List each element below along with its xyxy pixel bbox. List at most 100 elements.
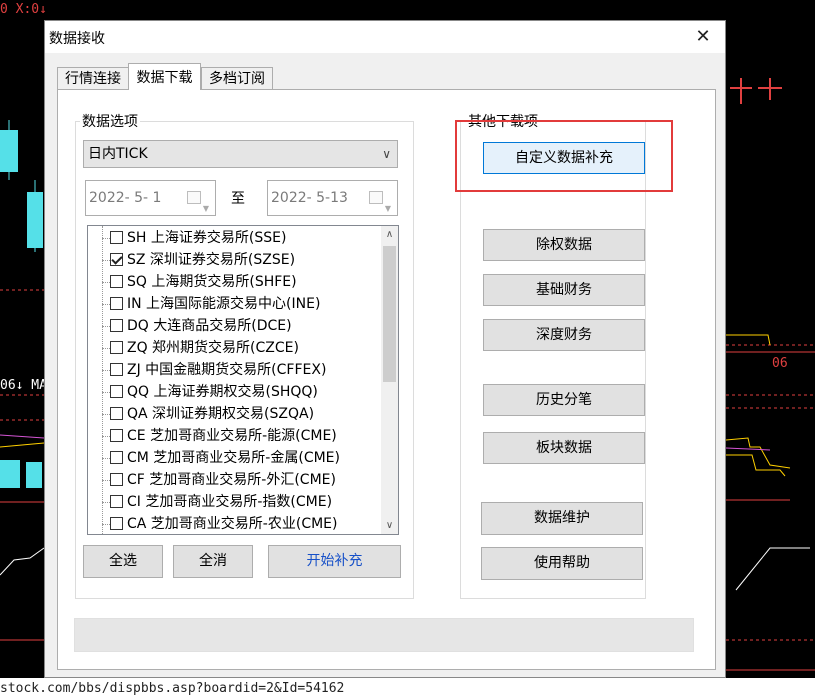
help-button[interactable]: 使用帮助 (481, 547, 643, 580)
market-list-scrollbar[interactable]: ∧ ∨ (381, 226, 398, 534)
market-checkbox[interactable] (110, 429, 123, 442)
scroll-up-icon[interactable]: ∧ (381, 226, 398, 243)
market-list-item[interactable]: SQ 上海期货交易所(SHFE) (110, 271, 297, 293)
market-label: CA 芝加哥商业交易所-农业(CME) (127, 516, 338, 532)
start-fill-button[interactable]: 开始补充 (268, 545, 401, 578)
market-label: IN 上海国际能源交易中心(INE) (127, 296, 321, 312)
basic-finance-button[interactable]: 基础财务 (483, 274, 645, 306)
tree-connector (102, 348, 110, 349)
chart-coordinate-readout: 0 X:0↓ (0, 2, 47, 17)
market-checkbox[interactable] (110, 495, 123, 508)
market-label: ZQ 郑州期货交易所(CZCE) (127, 340, 299, 356)
market-label: CM 芝加哥商业交易所-金属(CME) (127, 450, 340, 466)
market-list-item[interactable]: CM 芝加哥商业交易所-金属(CME) (110, 447, 340, 469)
scroll-thumb[interactable] (383, 246, 396, 382)
tree-connector (102, 414, 110, 415)
tree-connector (102, 436, 110, 437)
market-list-item[interactable]: CF 芝加哥商业交易所-外汇(CME) (110, 469, 336, 491)
tree-connector (102, 502, 110, 503)
market-label: SZ 深圳证券交易所(SZSE) (127, 252, 296, 268)
market-label: ZJ 中国金融期货交易所(CFFEX) (127, 362, 327, 378)
caret-down-icon: ▼ (202, 204, 209, 213)
start-date-picker[interactable]: 2022- 5- 1 ▼ (85, 180, 216, 216)
tab-panel-data-download: 数据选项 日内TICK ∨ 2022- 5- 1 ▼ 至 2022- 5-13 … (57, 89, 716, 670)
tab-data-download[interactable]: 数据下载 (128, 63, 201, 90)
caret-down-icon: ▼ (384, 204, 391, 213)
market-checkbox[interactable] (110, 275, 123, 288)
market-label: SH 上海证券交易所(SSE) (127, 230, 287, 246)
market-checkbox[interactable] (110, 407, 123, 420)
calendar-icon (369, 191, 383, 204)
market-list-item[interactable]: CE 芝加哥商业交易所-能源(CME) (110, 425, 337, 447)
end-date-picker[interactable]: 2022- 5-13 ▼ (267, 180, 398, 216)
close-icon[interactable]: ✕ (681, 21, 725, 53)
tab-market-connection[interactable]: 行情连接 (57, 67, 129, 89)
chart-right-marker: 06 (772, 356, 788, 371)
data-type-value: 日内TICK (88, 146, 148, 162)
market-list-item[interactable]: QQ 上海证券期权交易(SHQQ) (110, 381, 318, 403)
tab-multi-level-subscription[interactable]: 多档订阅 (201, 67, 273, 89)
market-label: CF 芝加哥商业交易所-外汇(CME) (127, 472, 336, 488)
tree-connector (102, 392, 110, 393)
market-checkbox[interactable] (110, 231, 123, 244)
tree-connector (102, 370, 110, 371)
market-checkbox[interactable] (110, 517, 123, 530)
market-checkbox[interactable] (110, 253, 123, 266)
market-list-item[interactable]: ZJ 中国金融期货交易所(CFFEX) (110, 359, 326, 381)
market-checkbox[interactable] (110, 473, 123, 486)
market-checkbox[interactable] (110, 297, 123, 310)
market-list-item[interactable]: SZ 深圳证券交易所(SZSE) (110, 249, 295, 271)
market-list-item[interactable]: QA 深圳证券期权交易(SZQA) (110, 403, 314, 425)
sector-data-button[interactable]: 板块数据 (483, 432, 645, 464)
chevron-down-icon: ∨ (382, 147, 391, 161)
tree-connector (102, 458, 110, 459)
market-label: CE 芝加哥商业交易所-能源(CME) (127, 428, 337, 444)
custom-data-fill-button[interactable]: 自定义数据补充 (483, 142, 645, 174)
tree-connector (102, 226, 103, 534)
market-list-item[interactable]: ZQ 郑州期货交易所(CZCE) (110, 337, 299, 359)
market-list-item[interactable]: CA 芝加哥商业交易所-农业(CME) (110, 513, 338, 534)
tree-connector (102, 326, 110, 327)
data-receive-dialog: 数据接收 ✕ 行情连接 数据下载 多档订阅 数据选项 日内TICK ∨ 2022… (44, 20, 726, 678)
status-bar: stock.com/bbs/dispbbs.asp?boardid=2&Id=5… (0, 678, 815, 700)
data-type-select[interactable]: 日内TICK ∨ (83, 140, 398, 168)
market-list-item[interactable]: DQ 大连商品交易所(DCE) (110, 315, 292, 337)
progress-bar (74, 618, 694, 652)
market-label: QQ 上海证券期权交易(SHQQ) (127, 384, 318, 400)
calendar-icon (187, 191, 201, 204)
ex-rights-data-button[interactable]: 除权数据 (483, 229, 645, 261)
history-ticks-button[interactable]: 历史分笔 (483, 384, 645, 416)
data-options-label: 数据选项 (80, 111, 140, 131)
tree-connector (102, 480, 110, 481)
status-url: stock.com/bbs/dispbbs.asp?boardid=2&Id=5… (0, 681, 345, 696)
market-list[interactable]: SH 上海证券交易所(SSE) SZ 深圳证券交易所(SZSE) SQ 上海期货交易… (87, 225, 399, 535)
market-label: CI 芝加哥商业交易所-指数(CME) (127, 494, 333, 510)
tree-connector (102, 260, 110, 261)
dialog-title: 数据接收 (49, 31, 105, 47)
date-range-to-label: 至 (231, 191, 245, 207)
market-list-item[interactable]: SH 上海证券交易所(SSE) (110, 227, 286, 249)
start-date-value: 2022- 5- 1 (89, 190, 162, 206)
tree-connector (102, 524, 110, 525)
tree-connector (102, 304, 110, 305)
market-checkbox[interactable] (110, 319, 123, 332)
deep-finance-button[interactable]: 深度财务 (483, 319, 645, 351)
market-checkbox[interactable] (110, 363, 123, 376)
market-label: QA 深圳证券期权交易(SZQA) (127, 406, 315, 422)
dialog-titlebar: 数据接收 ✕ (45, 21, 725, 53)
tree-connector (102, 238, 110, 239)
market-checkbox[interactable] (110, 385, 123, 398)
tree-connector (102, 282, 110, 283)
other-downloads-label: 其他下载项 (466, 111, 540, 131)
market-checkbox[interactable] (110, 341, 123, 354)
chart-left-marker: 06↓ MA (0, 378, 47, 393)
scroll-down-icon[interactable]: ∨ (381, 517, 398, 534)
market-list-item[interactable]: CI 芝加哥商业交易所-指数(CME) (110, 491, 332, 513)
market-list-item[interactable]: IN 上海国际能源交易中心(INE) (110, 293, 320, 315)
market-label: SQ 上海期货交易所(SHFE) (127, 274, 297, 290)
end-date-value: 2022- 5-13 (271, 190, 348, 206)
deselect-all-button[interactable]: 全消 (173, 545, 253, 578)
market-checkbox[interactable] (110, 451, 123, 464)
select-all-button[interactable]: 全选 (83, 545, 163, 578)
data-maintenance-button[interactable]: 数据维护 (481, 502, 643, 535)
